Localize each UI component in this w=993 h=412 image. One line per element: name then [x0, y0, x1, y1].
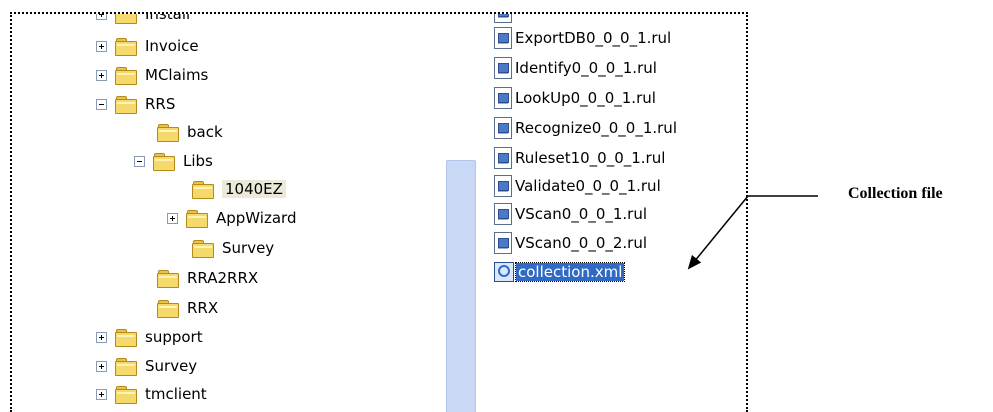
file-item[interactable]: VScan0_0_0_2.rul: [494, 229, 647, 257]
tree-node-tmclient[interactable]: tmclient: [96, 382, 207, 406]
tree-node-support[interactable]: support: [96, 325, 203, 349]
screenshot-frame: Install Invoice MClaims RRS back Libs 10…: [10, 12, 748, 412]
tree-node-label: support: [145, 328, 203, 346]
file-item[interactable]: Recognize0_0_0_1.rul: [494, 114, 677, 142]
expand-icon[interactable]: [96, 40, 107, 52]
tree-node-appwizard[interactable]: AppWizard: [167, 206, 296, 230]
file-item[interactable]: VScan0_0_0_1.rul: [494, 200, 647, 228]
folder-icon: [157, 269, 179, 288]
collapse-icon[interactable]: [134, 155, 145, 167]
tree-node-label: RRS: [145, 95, 176, 113]
tree-node-mclaims[interactable]: MClaims: [96, 63, 208, 87]
tree-node-back[interactable]: back: [157, 120, 223, 144]
folder-icon: [115, 95, 137, 114]
file-name: ExportDB0_0_0_1.rul: [515, 29, 672, 47]
file-item[interactable]: ExportDB0_0_0_1.rul: [494, 24, 671, 52]
folder-icon: [153, 152, 175, 171]
folder-tree-pane: Install Invoice MClaims RRS back Libs 10…: [12, 14, 440, 412]
tree-node-rrs[interactable]: RRS: [96, 92, 175, 116]
rul-file-icon: [494, 117, 512, 139]
rul-file-icon: [494, 87, 512, 109]
collapse-icon[interactable]: [96, 98, 107, 110]
tree-scrollbar[interactable]: [442, 14, 480, 412]
file-name: LookUp0_0_0_1.rul: [515, 89, 656, 107]
expand-icon[interactable]: [167, 212, 178, 224]
expand-icon[interactable]: [96, 331, 107, 343]
file-item[interactable]: LookUp0_0_0_1.rul: [494, 84, 656, 112]
xml-file-icon: [494, 262, 514, 282]
tree-node-label: tmclient: [145, 385, 207, 403]
callout-caption: Collection file: [848, 185, 943, 202]
tree-node-libs[interactable]: Libs: [134, 149, 213, 173]
tree-node-invoice[interactable]: Invoice: [96, 34, 199, 58]
folder-icon: [115, 37, 137, 56]
tree-node-label: Install: [145, 14, 191, 23]
file-list-pane: ExportDB0_0_0_1.rul Identify0_0_0_1.rul …: [482, 14, 746, 412]
rul-file-icon: [494, 175, 512, 197]
tree-node-rra2rrx[interactable]: RRA2RRX: [157, 266, 258, 290]
expand-icon[interactable]: [96, 388, 107, 400]
tree-node-rrx[interactable]: RRX: [157, 296, 218, 320]
expand-icon[interactable]: [96, 360, 107, 372]
open-folder-icon: [192, 180, 214, 199]
tree-node-label: AppWizard: [216, 209, 297, 227]
file-name: VScan0_0_0_1.rul: [515, 205, 648, 223]
file-name: Validate0_0_0_1.rul: [515, 177, 661, 195]
tree-node-survey[interactable]: Survey: [96, 354, 197, 378]
tree-node-install[interactable]: Install: [96, 14, 190, 26]
folder-icon: [192, 239, 214, 258]
scrollbar-thumb[interactable]: [446, 160, 476, 412]
file-item[interactable]: Validate0_0_0_1.rul: [494, 172, 661, 200]
folder-icon: [157, 299, 179, 318]
folder-icon: [115, 66, 137, 85]
rul-file-icon: [494, 232, 512, 254]
tree-node-survey-sub[interactable]: Survey: [192, 236, 274, 260]
folder-icon: [115, 357, 137, 376]
tree-node-label: Libs: [183, 152, 213, 170]
file-item[interactable]: Ruleset10_0_0_1.rul: [494, 144, 665, 172]
file-name: Identify0_0_0_1.rul: [515, 59, 657, 77]
folder-icon: [115, 328, 137, 347]
rul-file-icon: [494, 14, 512, 23]
rul-file-icon: [494, 203, 512, 225]
file-name: Ruleset10_0_0_1.rul: [515, 149, 666, 167]
folder-icon: [186, 209, 208, 228]
tree-node-label: back: [187, 123, 223, 141]
folder-icon: [115, 385, 137, 404]
file-name: collection.xml: [514, 262, 626, 282]
tree-node-label: Invoice: [145, 37, 199, 55]
tree-node-label: MClaims: [145, 66, 209, 84]
expand-icon[interactable]: [96, 69, 107, 81]
tree-node-label: RRX: [187, 299, 219, 317]
folder-icon: [157, 123, 179, 142]
file-item-collection[interactable]: collection.xml: [494, 258, 626, 286]
tree-node-label: RRA2RRX: [187, 269, 259, 287]
expand-icon[interactable]: [96, 14, 107, 20]
folder-icon: [115, 14, 137, 24]
tree-node-1040ez[interactable]: 1040EZ: [192, 177, 286, 201]
file-name: VScan0_0_0_2.rul: [515, 234, 648, 252]
file-item[interactable]: Identify0_0_0_1.rul: [494, 54, 657, 82]
rul-file-icon: [494, 147, 512, 169]
rul-file-icon: [494, 27, 512, 49]
tree-node-label: Survey: [145, 357, 198, 375]
tree-node-label: Survey: [222, 239, 275, 257]
rul-file-icon: [494, 57, 512, 79]
file-name: Recognize0_0_0_1.rul: [515, 119, 677, 137]
tree-node-label: 1040EZ: [222, 180, 286, 198]
